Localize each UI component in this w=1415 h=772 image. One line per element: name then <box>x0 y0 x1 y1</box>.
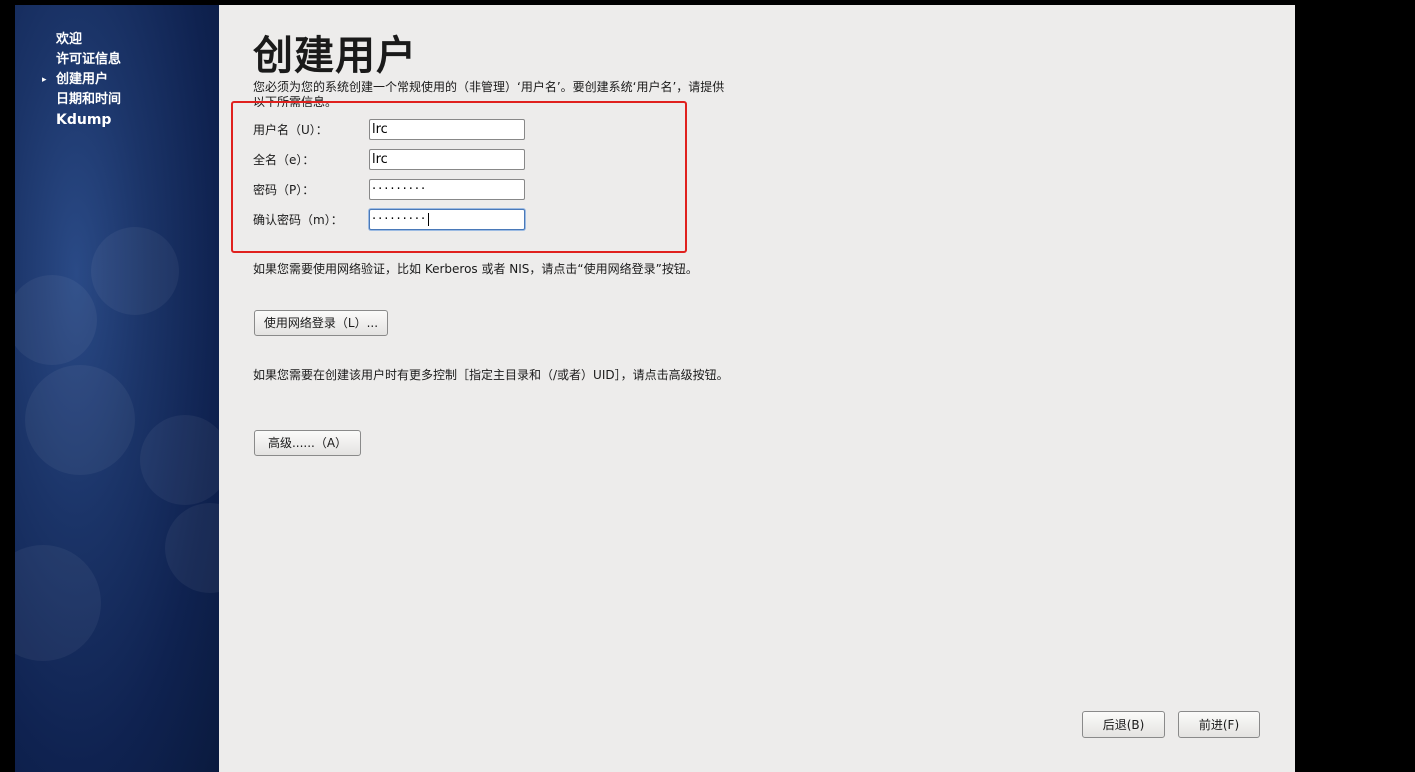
password-label: 密码（P）： <box>253 183 315 197</box>
confirm-password-label: 确认密码（m）： <box>253 213 343 227</box>
sidebar-decoration <box>15 275 97 365</box>
confirm-password-value: ········· <box>372 212 428 227</box>
confirm-password-input[interactable]: ········· <box>369 209 525 230</box>
advanced-text: 如果您需要在创建该用户时有更多控制［指定主目录和（/或者）UID］，请点击高级按… <box>253 368 729 382</box>
username-label: 用户名（U）： <box>253 123 328 137</box>
sidebar-decoration <box>165 503 219 593</box>
username-input[interactable]: lrc <box>369 119 525 140</box>
network-auth-text: 如果您需要使用网络验证，比如 Kerberos 或者 NIS，请点击“使用网络登… <box>253 262 698 276</box>
fullname-label: 全名（e）： <box>253 153 315 167</box>
back-button[interactable]: 后退(B) <box>1082 711 1165 738</box>
right-black-border <box>1295 0 1415 772</box>
current-step-arrow-icon: ▸ <box>42 75 47 85</box>
text-cursor <box>428 213 430 226</box>
step-create-user: ▸ 创建用户 <box>42 70 121 90</box>
sidebar-decoration <box>140 415 219 505</box>
step-license: 许可证信息 <box>56 52 122 67</box>
step-datetime: 日期和时间 <box>56 92 122 107</box>
page-title: 创建用户 <box>253 33 417 79</box>
sidebar-decoration <box>25 365 135 475</box>
password-input[interactable]: ········· <box>369 179 525 200</box>
main-panel: 创建用户 您必须为您的系统创建一个常规使用的（非管理）‘用户名’。要创建系统‘用… <box>219 5 1295 772</box>
step-welcome: 欢迎 <box>56 32 83 47</box>
network-login-button[interactable]: 使用网络登录（L）... <box>254 310 388 336</box>
sidebar-decoration <box>91 227 179 315</box>
advanced-button[interactable]: 高级......（A） <box>254 430 361 456</box>
sidebar: 欢迎 许可证信息 ▸ 创建用户 日期和时间 Kdump <box>15 5 219 772</box>
sidebar-decoration <box>15 545 101 661</box>
next-button[interactable]: 前进(F) <box>1178 711 1260 738</box>
steps-list: 欢迎 许可证信息 ▸ 创建用户 日期和时间 Kdump <box>42 30 122 131</box>
step-kdump: Kdump <box>56 112 112 128</box>
fullname-input[interactable]: lrc <box>369 149 525 170</box>
